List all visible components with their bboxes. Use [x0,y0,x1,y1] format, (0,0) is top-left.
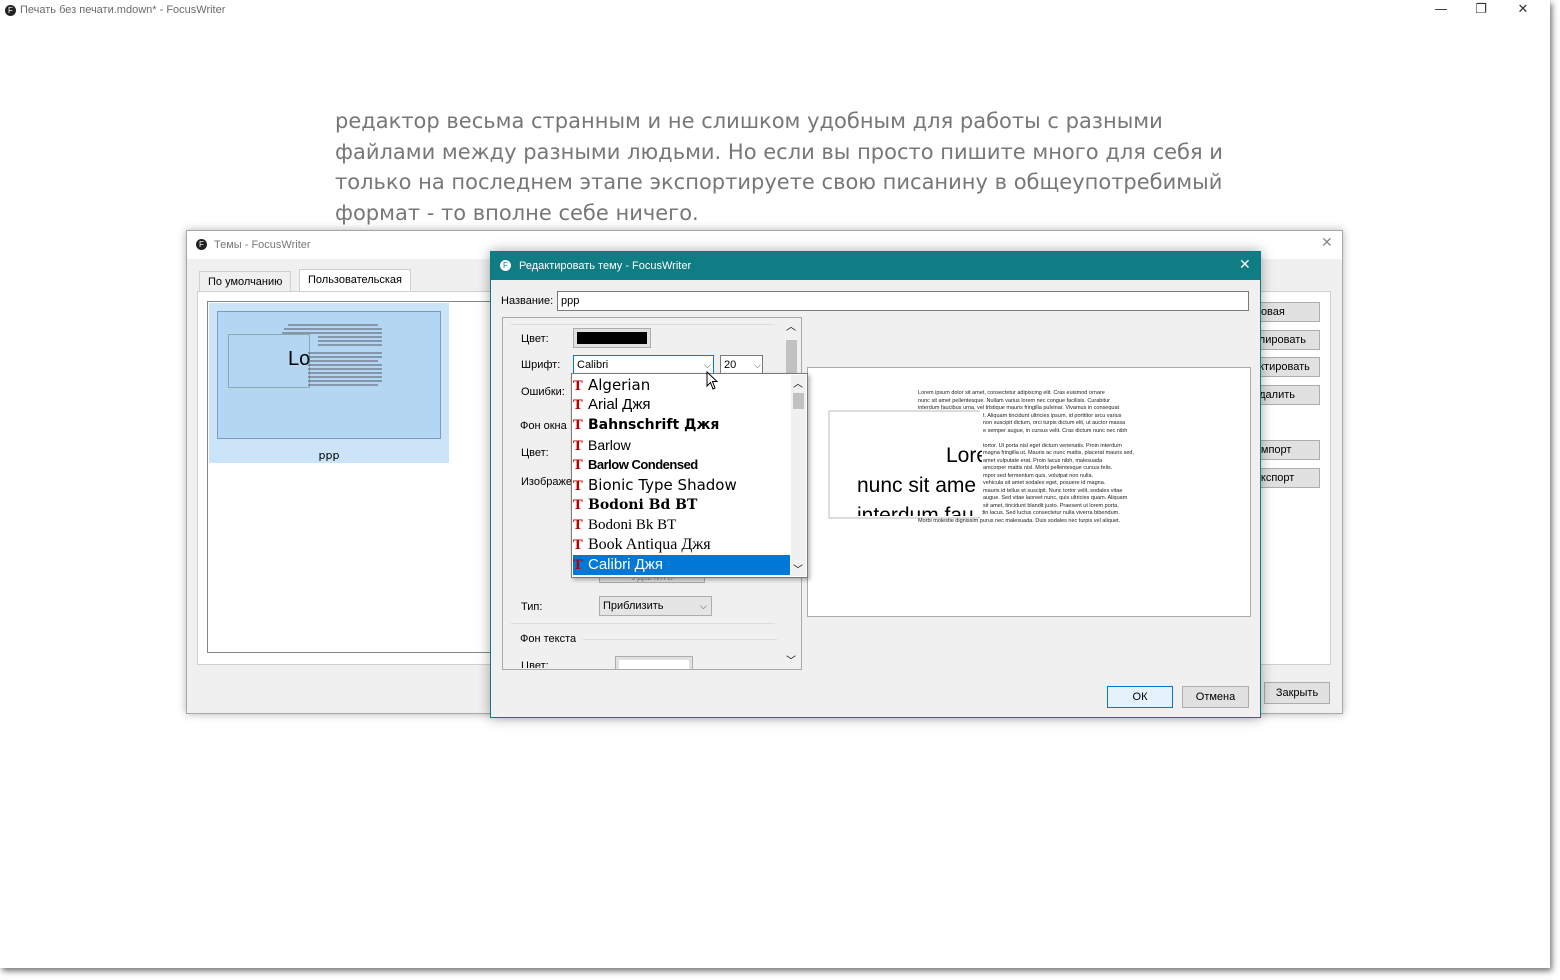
chevron-down-icon: ⌵ [754,360,761,370]
text-color-swatch [577,332,647,344]
preview-big-text-box: Lore nunc sit ame interdum fau [830,412,982,516]
truetype-icon: T [573,418,583,433]
preview-big-line: nunc sit ame [857,474,977,497]
edit-dialog-title: Редактировать тему - FocusWriter [519,260,692,272]
scroll-thumb[interactable] [793,393,804,409]
font-select[interactable]: Calibri ⌵ [573,355,714,375]
truetype-icon: T [573,458,583,473]
font-option[interactable]: T Book Antiqua Джя [573,535,790,555]
thumb-lines [282,324,382,386]
truetype-icon: T [573,479,583,494]
app-icon: F [500,260,511,271]
tab-custom[interactable]: Пользовательская [299,269,412,292]
font-dropdown-list[interactable]: T Algerian T Arial Джя T Bahnschrift Джя TB… [571,373,808,578]
font-option[interactable]: T Barlow Condensed [573,455,790,475]
close-themes-button[interactable]: Закрыть [1264,682,1330,704]
font-option[interactable]: T Barlow [573,435,790,455]
truetype-icon: T [573,498,583,513]
preview-big-line: interdum fau [857,504,974,516]
font-select-value: Calibri [577,359,609,371]
font-option[interactable]: T Bionic Type Shadow [573,475,790,495]
group-divider [583,639,777,640]
themes-close-icon[interactable]: ✕ [1321,235,1333,251]
restore-button[interactable]: ❐ [1466,0,1496,20]
group-divider [511,324,775,325]
font-option[interactable]: T Bodoni Bk BT [573,515,790,535]
chevron-down-icon: ⌵ [700,601,707,611]
doc-line: файлами между разными людьми. Но если вы… [335,139,1223,164]
type-select-value: Приблизить [603,600,664,612]
ok-button[interactable]: ОК [1107,686,1173,708]
bg-color-label: Цвет: [521,447,549,459]
font-label: Шрифт: [521,359,561,371]
text-color-label: Цвет: [521,333,549,345]
scroll-up-icon[interactable]: ︿ [793,375,803,390]
text-bg-color-button[interactable] [615,656,693,669]
image-label: Изображе [521,476,572,488]
text-color-button[interactable] [573,328,651,348]
edit-titlebar: F Редактировать тему - FocusWriter ✕ [491,252,1260,280]
text-bg-color-label: Цвет: [521,660,549,668]
errors-label: Ошибки: [521,386,565,398]
truetype-icon: T [573,538,583,553]
scroll-down-icon[interactable]: ﹀ [786,652,796,667]
cancel-button[interactable]: Отмена [1182,686,1249,708]
font-option[interactable]: T Bahnschrift Джя [573,415,790,435]
document-text[interactable]: редактор весьма странным и не слишком уд… [335,92,1223,228]
window-title: Печать без печати.mdown* - FocusWriter [20,4,226,16]
truetype-icon: T [573,439,583,454]
group-divider [511,623,775,624]
font-option[interactable]: T Bodoni Bd BT [573,495,790,515]
name-label: Название: [501,295,554,307]
text-bg-group-label: Фон текста [520,633,577,645]
truetype-icon: T [573,518,583,533]
type-select[interactable]: Приблизить ⌵ [599,596,712,616]
font-size-value: 20 [724,359,737,371]
scroll-up-icon[interactable]: ︿ [786,318,796,333]
mouse-cursor-icon [706,371,719,390]
font-list-scrollbar[interactable]: ︿ ﹀ [791,375,806,576]
window-bg-group-label: Фон окна [520,420,567,432]
font-option-selected[interactable]: T Calibri Джя [573,555,790,575]
edit-close-icon[interactable]: ✕ [1239,257,1251,273]
close-button[interactable]: ✕ [1508,0,1538,20]
theme-name: ppp [318,449,340,462]
truetype-icon: T [573,379,583,394]
scroll-down-icon[interactable]: ﹀ [793,561,803,576]
preview-big-line: Lore [946,444,982,467]
truetype-icon: T [573,558,583,573]
app-icon: F [196,239,207,250]
font-option[interactable]: T Arial Джя [573,395,790,415]
font-size-select[interactable]: 20 ⌵ [720,355,763,375]
theme-name-input[interactable]: ppp [557,291,1249,311]
themes-dialog-title: Темы - FocusWriter [214,239,311,251]
doc-line: редактор весьма странным и не слишком уд… [335,109,1163,133]
minimize-button[interactable]: — [1426,0,1456,20]
app-icon: F [5,5,16,16]
theme-thumbnail: Lo [217,311,441,439]
theme-preview: Lorem ipsum dolor sit amet, consectetur … [807,367,1251,617]
doc-line: формат - то вполне себе ничего. [335,200,699,225]
truetype-icon: T [573,398,583,413]
text-bg-color-swatch [619,660,689,669]
font-option[interactable]: T Algerian [573,375,790,395]
doc-line: только на последнем этапе экспортируете … [335,170,1223,194]
tab-default[interactable]: По умолчанию [199,271,292,292]
type-label: Тип: [521,601,543,613]
